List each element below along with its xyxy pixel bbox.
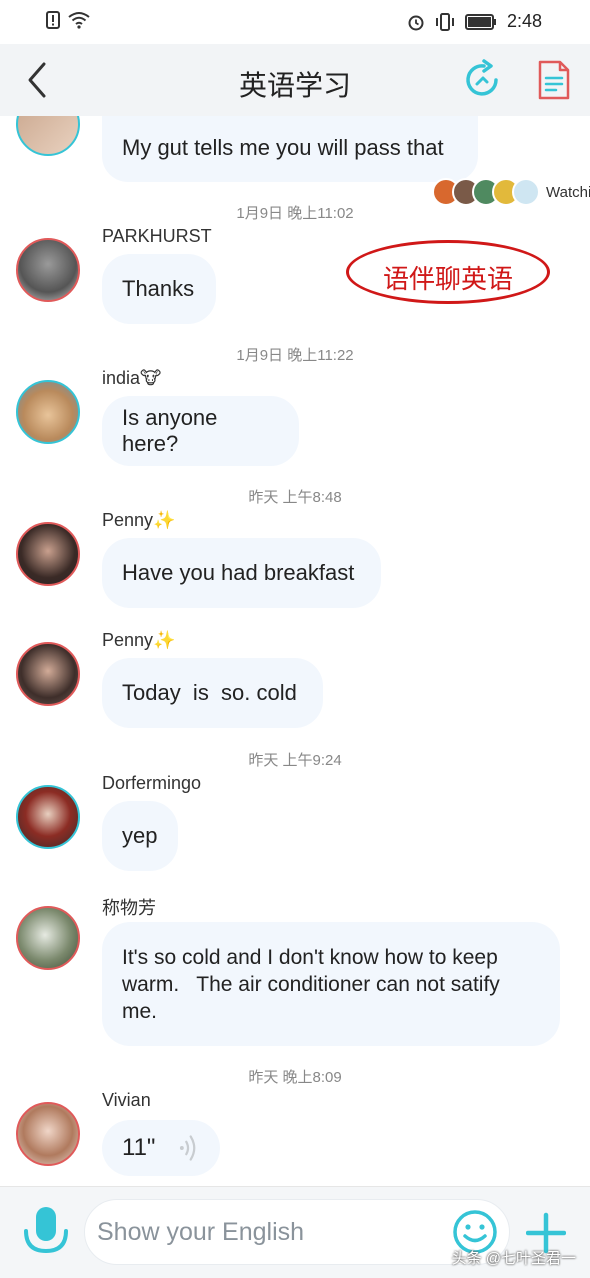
message-input[interactable]: [97, 1210, 447, 1254]
stamp-annotation: 语伴聊英语: [346, 240, 550, 304]
vibrate-icon: [435, 12, 454, 31]
wifi-icon: [68, 12, 90, 29]
watermark: 头条 @七叶圣君一: [451, 1250, 576, 1267]
header: 英语学习: [0, 44, 590, 116]
voice-message-bubble[interactable]: 11": [102, 1120, 220, 1176]
microphone-icon: [24, 1207, 68, 1254]
sender-name: Penny✨: [102, 630, 176, 650]
message-text: Is anyone here?: [122, 405, 218, 456]
avatar[interactable]: [16, 380, 80, 444]
avatar[interactable]: [16, 785, 80, 849]
alert-icon: [46, 11, 60, 29]
message-bubble[interactable]: My gut tells me you will pass that: [102, 116, 478, 182]
sender-name: 称物芳: [102, 898, 156, 918]
avatar[interactable]: [16, 642, 80, 706]
message-bubble[interactable]: Have you had breakfast: [102, 538, 381, 608]
timestamp: 昨天 上午9:24: [248, 752, 342, 769]
refresh-button[interactable]: [460, 58, 504, 102]
viewers-label: Watching: [546, 183, 590, 201]
battery-icon: [464, 13, 496, 30]
timestamp: 昨天 晚上8:09: [248, 1069, 342, 1086]
message-list[interactable]: My gut tells me you will pass that Watch…: [0, 116, 590, 1186]
timestamp: 1月9日 晚上11:22: [236, 347, 354, 364]
document-icon: [538, 60, 570, 100]
avatar[interactable]: [16, 238, 80, 302]
message-text: It's so cold and I don't know how to kee…: [122, 946, 506, 1023]
message-input-box[interactable]: [84, 1199, 510, 1265]
sender-name: Vivian: [102, 1090, 151, 1110]
document-button[interactable]: [534, 58, 574, 102]
sender-name: Penny✨: [102, 510, 176, 530]
timestamp: 昨天 上午8:48: [248, 489, 342, 506]
input-bar: 头条 @七叶圣君一: [0, 1186, 590, 1278]
message-text: Today is so. cold: [122, 680, 297, 705]
avatar[interactable]: [16, 906, 80, 970]
clock: 2:48: [506, 11, 542, 31]
timestamp: 1月9日 晚上11:02: [236, 205, 354, 222]
voice-duration: 11": [122, 1134, 156, 1161]
message-text: yep: [122, 823, 158, 848]
avatar[interactable]: [16, 522, 80, 586]
status-bar: 2:48: [0, 0, 590, 44]
avatar[interactable]: [16, 116, 80, 156]
message-text: My gut tells me you will pass that: [122, 135, 444, 160]
sender-name: Dorfermingo: [102, 773, 202, 793]
refresh-icon: [466, 59, 498, 96]
voice-input-button[interactable]: [20, 1205, 72, 1261]
sender-name: india🐮: [102, 368, 162, 388]
sound-wave-icon: [180, 1135, 196, 1161]
avatar[interactable]: [16, 1102, 80, 1166]
message-bubble[interactable]: Thanks: [102, 254, 216, 324]
message-bubble[interactable]: Is anyone here?: [102, 396, 299, 466]
message-text: Thanks: [122, 276, 195, 301]
message-text: Have you had breakfast: [122, 560, 355, 585]
sender-name: PARKHURST: [102, 226, 212, 246]
alarm-icon: [408, 15, 424, 30]
message-bubble[interactable]: It's so cold and I don't know how to kee…: [102, 922, 560, 1046]
message-bubble[interactable]: yep: [102, 801, 178, 871]
stamp-text: 语伴聊英语: [382, 264, 513, 294]
message-bubble[interactable]: Today is so. cold: [102, 658, 323, 728]
